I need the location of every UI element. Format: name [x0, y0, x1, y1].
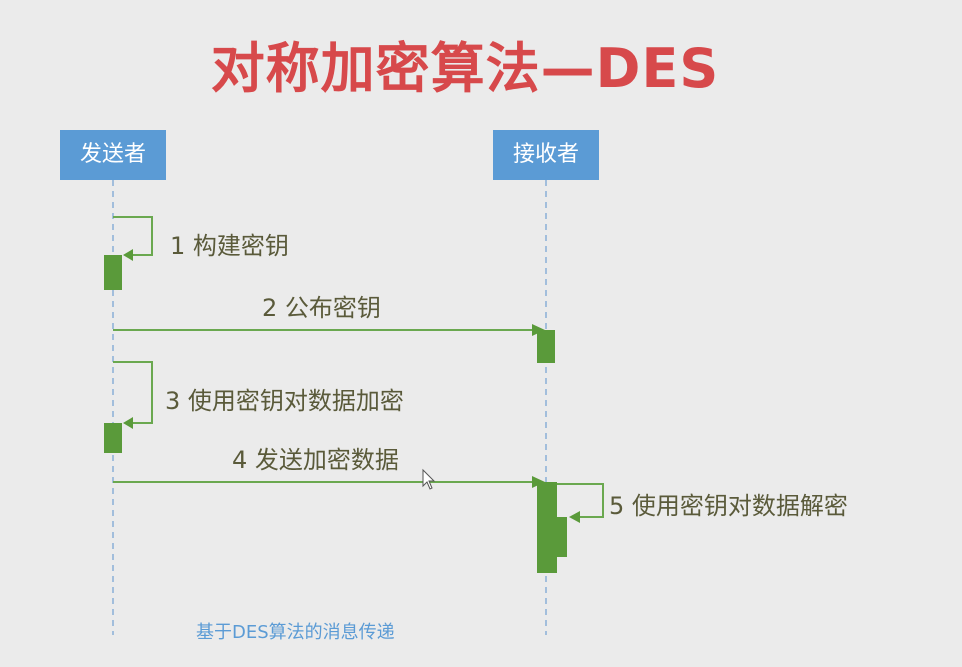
message-5-arrowhead	[569, 511, 580, 523]
message-4-label: 4 发送加密数据	[232, 446, 399, 474]
message-3-loop	[113, 361, 153, 424]
activation-receiver-2	[537, 482, 557, 573]
message-5-label: 5 使用密钥对数据解密	[609, 492, 848, 520]
message-1-arrowhead	[123, 249, 133, 261]
message-3-arrowhead	[123, 417, 133, 429]
message-1-label: 1 构建密钥	[170, 232, 289, 260]
cursor-icon	[422, 468, 436, 490]
activation-sender-2	[104, 423, 122, 453]
message-2-label: 2 公布密钥	[262, 294, 381, 322]
activation-receiver-1	[537, 330, 555, 363]
activation-receiver-nested	[557, 517, 567, 557]
diagram-caption: 基于DES算法的消息传递	[196, 622, 395, 643]
activation-sender-1	[104, 255, 122, 290]
sequence-diagram	[104, 180, 604, 635]
message-3-label: 3 使用密钥对数据加密	[165, 387, 404, 415]
